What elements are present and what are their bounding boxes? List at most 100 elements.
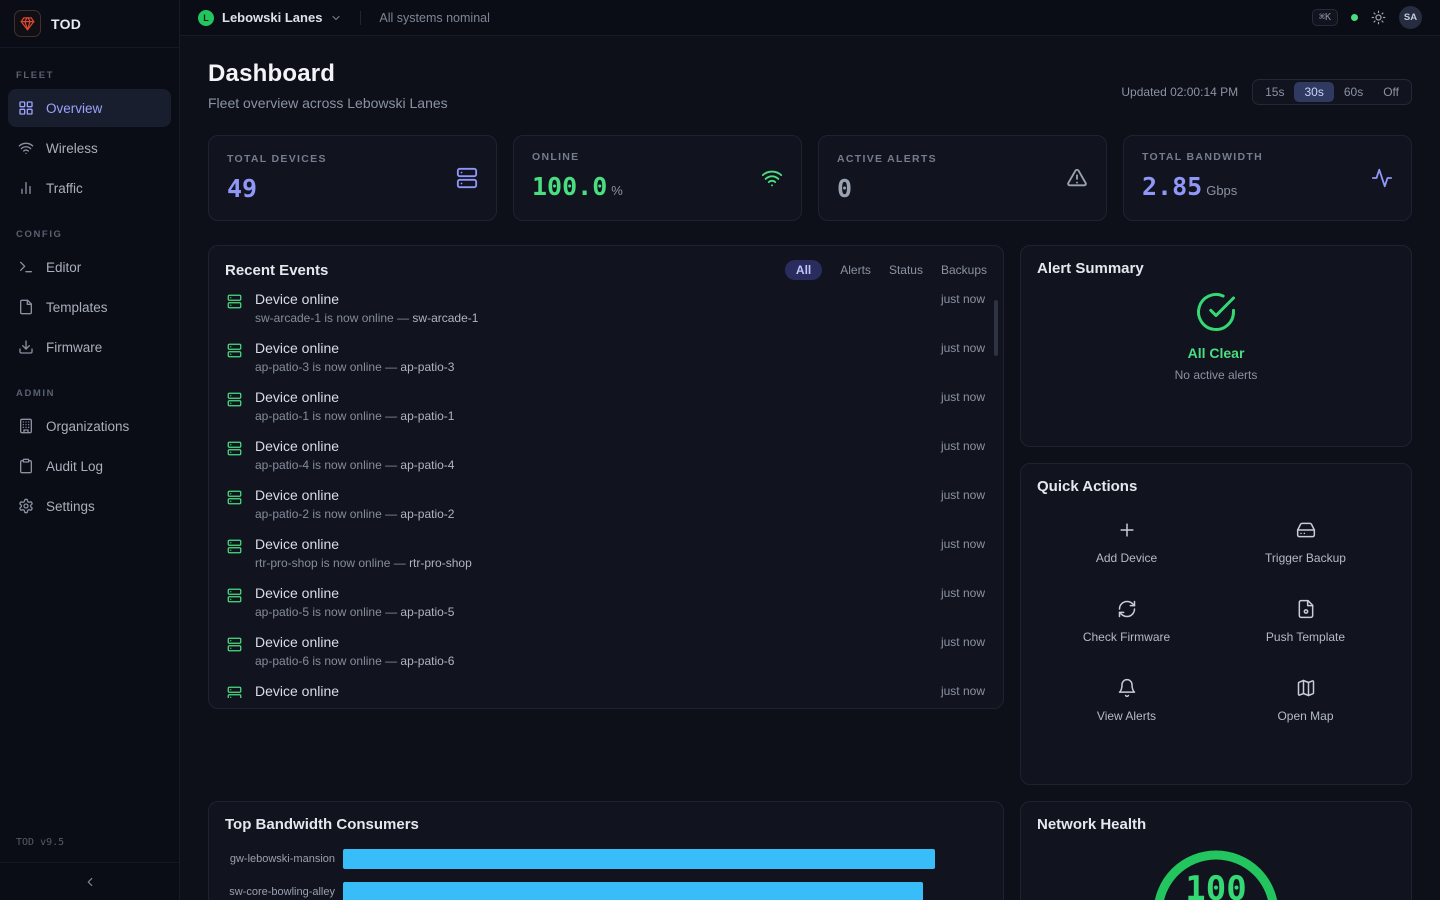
event-title: Device online (255, 389, 454, 406)
quick-action-open-map[interactable]: Open Map (1216, 661, 1395, 740)
chevron-left-icon (83, 875, 97, 889)
sidebar-item-firmware[interactable]: Firmware (8, 328, 171, 366)
sun-icon[interactable] (1371, 10, 1386, 25)
refresh-option-30s[interactable]: 30s (1294, 82, 1333, 102)
sidebar-item-templates[interactable]: Templates (8, 288, 171, 326)
sidebar-collapse-button[interactable] (0, 862, 179, 900)
sidebar-item-label: Organizations (46, 419, 129, 434)
alert-triangle-icon (1066, 167, 1088, 189)
events-tab-status[interactable]: Status (889, 263, 923, 277)
server-icon (227, 294, 242, 309)
sidebar-item-wireless[interactable]: Wireless (8, 129, 171, 167)
server-icon (227, 441, 242, 456)
building-icon (18, 418, 34, 434)
quick-actions-title: Quick Actions (1037, 478, 1395, 495)
sidebar-item-label: Editor (46, 260, 81, 275)
event-row[interactable]: Device online just now (225, 676, 987, 698)
event-detail: ap-patio-3 is now online — ap-patio-3 (255, 360, 454, 375)
event-detail: ap-patio-5 is now online — ap-patio-5 (255, 605, 454, 620)
event-row[interactable]: Device online ap-patio-1 is now online —… (225, 382, 987, 431)
event-detail: ap-patio-4 is now online — ap-patio-4 (255, 458, 454, 473)
refresh-interval-segment: 15s30s60sOff (1252, 79, 1412, 105)
quick-action-trigger-backup[interactable]: Trigger Backup (1216, 503, 1395, 582)
events-tab-alerts[interactable]: Alerts (840, 263, 871, 277)
event-device-name: ap-patio-3 (400, 360, 454, 374)
wifi-icon (18, 140, 34, 156)
app-logo[interactable]: TOD (0, 0, 179, 48)
sidebar-item-traffic[interactable]: Traffic (8, 169, 171, 207)
stat-card-total-devices: TOTAL DEVICES 49 (208, 135, 497, 221)
topbar-divider (360, 11, 361, 25)
events-list: Device online sw-arcade-1 is now online … (225, 284, 987, 698)
event-device-name: ap-patio-2 (400, 507, 454, 521)
refresh-option-15s[interactable]: 15s (1255, 82, 1294, 102)
alert-detail-text: No active alerts (1175, 368, 1258, 382)
refresh-option-60s[interactable]: 60s (1334, 82, 1373, 102)
user-avatar[interactable]: SA (1399, 6, 1422, 29)
stat-unit: Gbps (1206, 183, 1237, 198)
event-device-name: ap-patio-6 (400, 654, 454, 668)
events-tab-backups[interactable]: Backups (941, 263, 987, 277)
event-title: Device online (255, 487, 454, 504)
event-row[interactable]: Device online rtr-pro-shop is now online… (225, 529, 987, 578)
recent-events-card: Recent Events AllAlertsStatusBackups Dev… (208, 245, 1004, 709)
health-score-value: 100 (1150, 869, 1282, 900)
sidebar: TOD FLEET Overview Wireless Traffic CONF… (0, 0, 180, 900)
quick-action-check-firmware[interactable]: Check Firmware (1037, 582, 1216, 661)
quick-action-view-alerts[interactable]: View Alerts (1037, 661, 1216, 740)
quick-action-label: Open Map (1277, 709, 1333, 723)
page-subtitle: Fleet overview across Lebowski Lanes (208, 95, 448, 111)
event-time: just now (941, 487, 985, 502)
sidebar-item-organizations[interactable]: Organizations (8, 407, 171, 445)
file-icon (18, 299, 34, 315)
sidebar-nav: FLEET Overview Wireless Traffic CONFIG E… (0, 48, 179, 527)
network-health-card: Network Health 100 (1020, 801, 1412, 900)
quick-action-push-template[interactable]: Push Template (1216, 582, 1395, 661)
refresh-option-off[interactable]: Off (1373, 82, 1409, 102)
stat-label: TOTAL BANDWIDTH (1142, 151, 1263, 163)
sidebar-item-settings[interactable]: Settings (8, 487, 171, 525)
event-row[interactable]: Device online ap-patio-2 is now online —… (225, 480, 987, 529)
chevron-down-icon (330, 12, 342, 24)
sidebar-section-admin: ADMIN (16, 388, 163, 399)
quick-action-add-device[interactable]: Add Device (1037, 503, 1216, 582)
event-row[interactable]: Device online ap-patio-4 is now online —… (225, 431, 987, 480)
stat-label: ONLINE (532, 151, 623, 163)
main-area: L Lebowski Lanes All systems nominal ⌘K … (180, 0, 1440, 900)
quick-action-label: Add Device (1096, 551, 1157, 565)
event-device-name: ap-patio-1 (400, 409, 454, 423)
event-device-name: sw-arcade-1 (412, 311, 478, 325)
org-switcher[interactable]: L Lebowski Lanes (198, 10, 342, 26)
file-code-icon (1296, 599, 1316, 619)
org-name: Lebowski Lanes (222, 10, 322, 25)
dashboard-content: Dashboard Fleet overview across Lebowski… (180, 36, 1440, 900)
sidebar-footer: TOD v9.5 (0, 837, 179, 900)
sidebar-item-editor[interactable]: Editor (8, 248, 171, 286)
check-circle-icon (1195, 291, 1237, 333)
org-avatar: L (198, 10, 214, 26)
stat-card-online: ONLINE 100.0% (513, 135, 802, 221)
sidebar-item-audit-log[interactable]: Audit Log (8, 447, 171, 485)
topbar-right: ⌘K SA (1312, 6, 1422, 29)
sidebar-item-overview[interactable]: Overview (8, 89, 171, 127)
terminal-icon (18, 259, 34, 275)
server-icon (227, 490, 242, 505)
event-time: just now (941, 683, 985, 698)
event-row[interactable]: Device online ap-patio-5 is now online —… (225, 578, 987, 627)
page-header: Dashboard Fleet overview across Lebowski… (208, 60, 1412, 111)
alert-summary-title: Alert Summary (1037, 260, 1395, 277)
event-row[interactable]: Device online ap-patio-3 is now online —… (225, 333, 987, 382)
command-palette-shortcut[interactable]: ⌘K (1312, 9, 1338, 26)
event-row[interactable]: Device online sw-arcade-1 is now online … (225, 284, 987, 333)
quick-actions-grid: Add Device Trigger Backup Check Firmware… (1037, 503, 1395, 740)
network-health-title: Network Health (1037, 816, 1395, 833)
event-row[interactable]: Device online ap-patio-6 is now online —… (225, 627, 987, 676)
events-scrollbar[interactable] (994, 300, 998, 356)
events-tabs: All Alerts Status Backups (785, 260, 987, 280)
event-detail: ap-patio-1 is now online — ap-patio-1 (255, 409, 454, 424)
system-status-text: All systems nominal (379, 11, 489, 25)
bandwidth-row: sw-core-bowling-alley (225, 882, 987, 900)
bandwidth-bar-track (343, 849, 987, 869)
event-title: Device online (255, 634, 454, 651)
events-tab-all[interactable]: All (785, 260, 822, 280)
